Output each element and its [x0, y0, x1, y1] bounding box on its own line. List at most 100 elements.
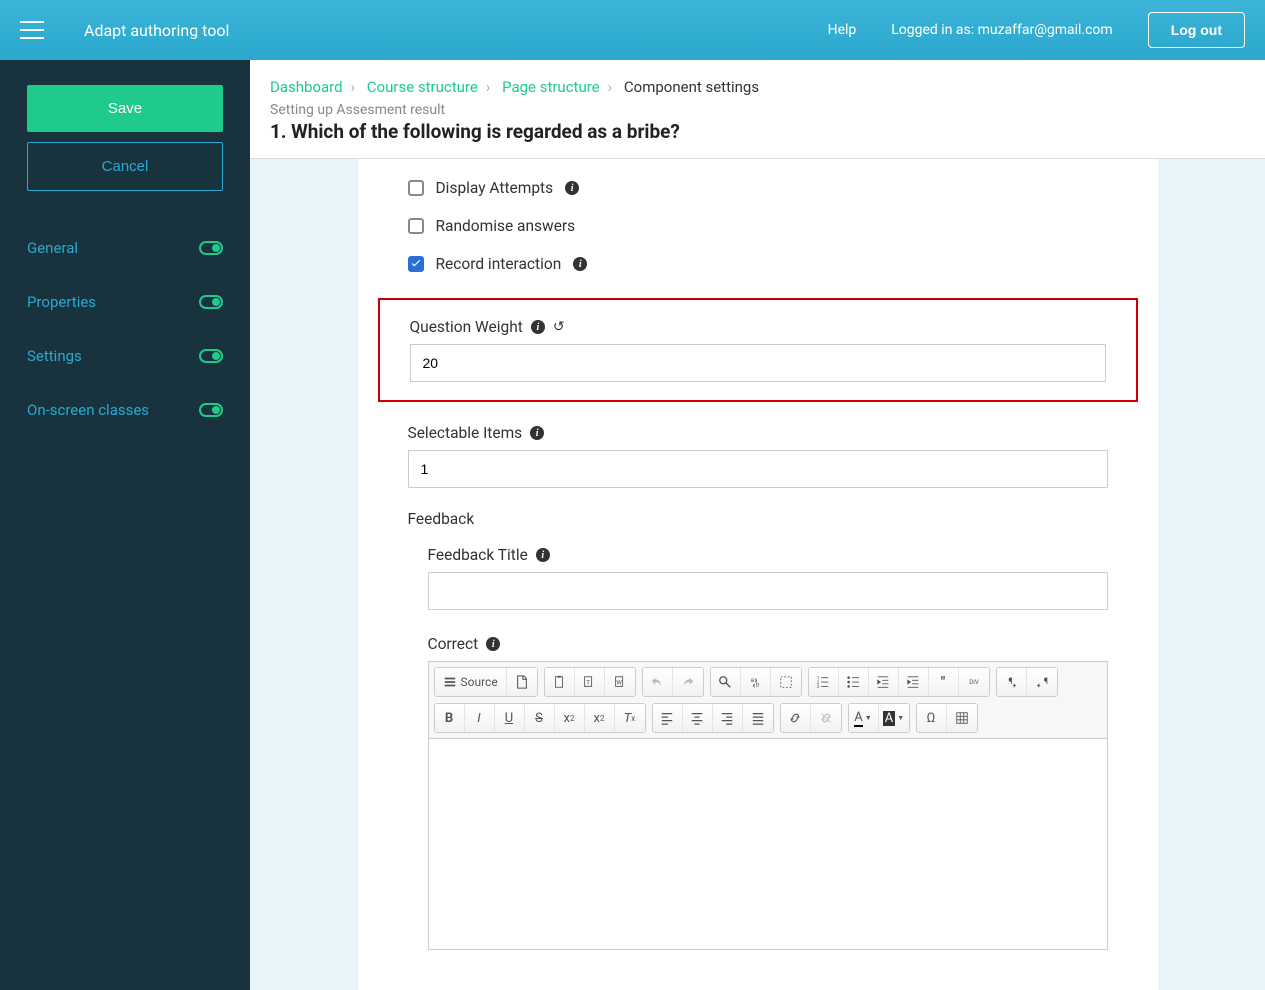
feedback-label: Feedback — [408, 510, 1108, 528]
rte-align-left-button[interactable] — [653, 704, 683, 732]
rte-unlink-button[interactable] — [811, 704, 841, 732]
rte-remove-format-button[interactable]: Tx — [615, 704, 645, 732]
toggle-icon — [199, 349, 223, 363]
rte-div-button[interactable]: DIV — [959, 668, 989, 696]
randomise-answers-label: Randomise answers — [436, 217, 576, 235]
info-icon[interactable]: i — [565, 181, 579, 195]
subtitle: Setting up Assesment result — [270, 102, 1245, 118]
rte-toolbar: Source T W — [429, 662, 1107, 739]
page-header: Dashboard› Course structure› Page struct… — [250, 60, 1265, 159]
feedback-section: Feedback Feedback Title i Correct i — [408, 510, 1108, 950]
selectable-items-label: Selectable Items — [408, 424, 523, 442]
rte-bg-color-button[interactable]: A▼ — [879, 704, 909, 732]
info-icon[interactable]: i — [531, 320, 545, 334]
record-interaction-label: Record interaction — [436, 255, 562, 273]
sidebar-item-label: Settings — [27, 347, 82, 365]
toggle-icon — [199, 295, 223, 309]
sidebar-item-label: Properties — [27, 293, 96, 311]
breadcrumb: Dashboard› Course structure› Page struct… — [270, 78, 1245, 96]
question-weight-label-row: Question Weight i ↺ — [410, 318, 1106, 336]
reset-icon[interactable]: ↺ — [553, 319, 565, 335]
info-icon[interactable]: i — [573, 257, 587, 271]
app-title: Adapt authoring tool — [84, 21, 229, 40]
rte-numbered-list-button[interactable]: 123 — [809, 668, 839, 696]
correct-editor: Source T W — [428, 661, 1108, 950]
logout-button[interactable]: Log out — [1148, 12, 1245, 48]
svg-text:": " — [941, 675, 946, 689]
cancel-button[interactable]: Cancel — [27, 142, 223, 191]
info-icon[interactable]: i — [530, 426, 544, 440]
hamburger-menu[interactable] — [20, 21, 44, 39]
rte-redo-button[interactable] — [673, 668, 703, 696]
rte-paste-text-button[interactable]: T — [575, 668, 605, 696]
sidebar-item-label: General — [27, 239, 78, 257]
save-button[interactable]: Save — [27, 85, 223, 132]
rte-undo-button[interactable] — [643, 668, 673, 696]
sidebar-item-label: On-screen classes — [27, 401, 149, 419]
form-panel: Display Attempts i Randomise answers Rec… — [358, 159, 1158, 990]
rte-underline-button[interactable]: U — [495, 704, 525, 732]
rte-indent-button[interactable] — [899, 668, 929, 696]
rte-superscript-button[interactable]: x2 — [585, 704, 615, 732]
topbar: Adapt authoring tool Help Logged in as: … — [0, 0, 1265, 60]
rte-find-button[interactable] — [711, 668, 741, 696]
svg-text:¶: ¶ — [1043, 677, 1047, 687]
sidebar-item-general[interactable]: General — [27, 221, 223, 275]
rte-ltr-button[interactable]: ¶ — [997, 668, 1027, 696]
rte-outdent-button[interactable] — [869, 668, 899, 696]
svg-text:b: b — [756, 681, 760, 688]
rte-subscript-button[interactable]: x2 — [555, 704, 585, 732]
rte-paste-word-button[interactable]: W — [605, 668, 635, 696]
feedback-title-input[interactable] — [428, 572, 1108, 610]
rte-bulleted-list-button[interactable] — [839, 668, 869, 696]
rte-strike-button[interactable]: S — [525, 704, 555, 732]
randomise-answers-checkbox[interactable] — [408, 218, 424, 234]
rte-replace-button[interactable]: ab — [741, 668, 771, 696]
rte-link-button[interactable] — [781, 704, 811, 732]
rte-text-color-button[interactable]: A▼ — [849, 704, 879, 732]
rte-newpage-button[interactable] — [507, 668, 537, 696]
rte-align-right-button[interactable] — [713, 704, 743, 732]
record-interaction-checkbox[interactable] — [408, 256, 424, 272]
svg-text:¶: ¶ — [1009, 677, 1013, 687]
feedback-title-label: Feedback Title — [428, 546, 528, 564]
rte-rtl-button[interactable]: ¶ — [1027, 668, 1057, 696]
rte-source-button[interactable]: Source — [435, 668, 507, 696]
breadcrumb-current: Component settings — [624, 78, 759, 96]
rte-body[interactable] — [429, 739, 1107, 949]
toggle-icon — [199, 241, 223, 255]
display-attempts-row: Display Attempts i — [408, 169, 1108, 207]
rte-bold-button[interactable]: B — [435, 704, 465, 732]
rte-justify-button[interactable] — [743, 704, 773, 732]
selectable-items-input[interactable] — [408, 450, 1108, 488]
logged-in-label: Logged in as: muzaffar@gmail.com — [891, 22, 1112, 38]
sidebar-item-settings[interactable]: Settings — [27, 329, 223, 383]
rte-special-char-button[interactable]: Ω — [917, 704, 947, 732]
info-icon[interactable]: i — [486, 637, 500, 651]
rte-table-button[interactable] — [947, 704, 977, 732]
breadcrumb-link[interactable]: Page structure — [502, 78, 600, 96]
rte-paste-button[interactable] — [545, 668, 575, 696]
record-interaction-row: Record interaction i — [408, 245, 1108, 283]
sidebar-item-on-screen-classes[interactable]: On-screen classes — [27, 383, 223, 437]
sidebar-item-properties[interactable]: Properties — [27, 275, 223, 329]
svg-text:a: a — [751, 677, 754, 684]
breadcrumb-link[interactable]: Course structure — [367, 78, 478, 96]
rte-align-center-button[interactable] — [683, 704, 713, 732]
sidebar: Save Cancel General Properties Settings … — [0, 60, 250, 990]
randomise-answers-row: Randomise answers — [408, 207, 1108, 245]
display-attempts-label: Display Attempts — [436, 179, 554, 197]
rte-italic-button[interactable]: I — [465, 704, 495, 732]
svg-text:3: 3 — [817, 685, 820, 689]
selectable-items-section: Selectable Items i — [408, 424, 1108, 488]
question-weight-highlight: Question Weight i ↺ — [378, 298, 1138, 402]
display-attempts-checkbox[interactable] — [408, 180, 424, 196]
rte-blockquote-button[interactable]: " — [929, 668, 959, 696]
toggle-icon — [199, 403, 223, 417]
question-weight-input[interactable] — [410, 344, 1106, 382]
breadcrumb-link[interactable]: Dashboard — [270, 78, 343, 96]
main-content: Dashboard› Course structure› Page struct… — [250, 60, 1265, 990]
help-link[interactable]: Help — [828, 22, 857, 38]
rte-selectall-button[interactable] — [771, 668, 801, 696]
info-icon[interactable]: i — [536, 548, 550, 562]
